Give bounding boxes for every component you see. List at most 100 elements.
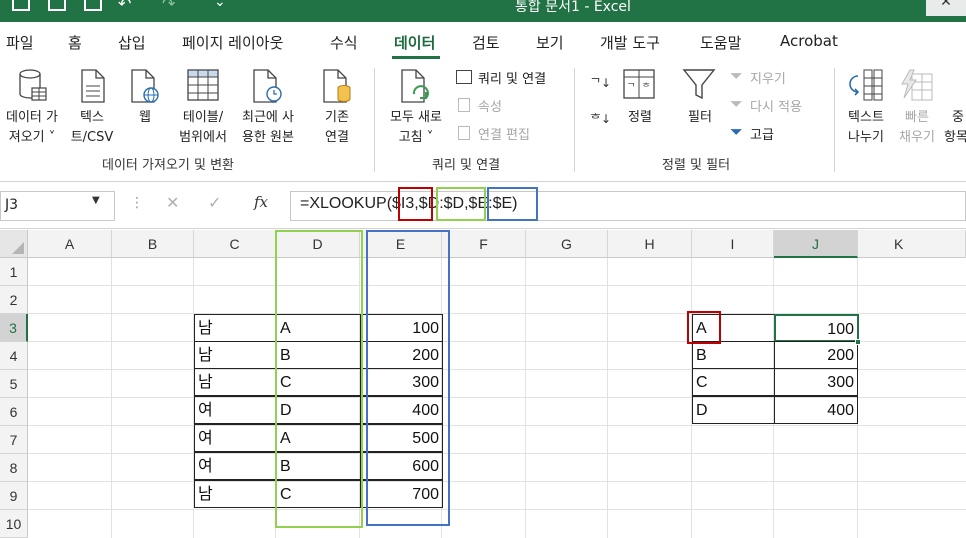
tab-formulas[interactable]: 수식: [330, 32, 358, 53]
enter-formula-button[interactable]: ✓: [208, 193, 221, 212]
tab-insert[interactable]: 삽입: [118, 32, 146, 53]
name-box-dropdown-icon[interactable]: ▼: [92, 195, 100, 206]
sort-az-icon: ᄀ↓: [590, 76, 612, 90]
clear-filter-icon: ⏷: [730, 66, 743, 85]
tab-acrobat[interactable]: Acrobat: [780, 32, 838, 50]
row-header-3[interactable]: 3: [0, 314, 28, 342]
tab-review[interactable]: 검토: [472, 32, 500, 53]
cancel-formula-button[interactable]: ✕: [166, 193, 179, 212]
tab-developer[interactable]: 개발 도구: [600, 32, 660, 53]
from-table-button[interactable]: 테이블/ 범위에서: [172, 66, 234, 150]
filter-button[interactable]: 필터: [678, 66, 722, 150]
advanced-filter-icon: ⏷: [730, 122, 743, 141]
tab-help[interactable]: 도움말: [700, 32, 741, 53]
reference-outline-e-column: [366, 230, 450, 526]
undo-icon[interactable]: ↶˅: [118, 0, 139, 13]
refresh-all-label-1: 모두 새로: [390, 110, 442, 125]
cell-c3[interactable]: 남: [194, 314, 277, 342]
select-all-button[interactable]: [0, 230, 28, 258]
column-header-g[interactable]: G: [526, 230, 608, 258]
window-title: 통합 문서1 - Excel: [515, 0, 631, 15]
redo-icon[interactable]: ↷˅: [162, 0, 183, 13]
row-header-6[interactable]: 6: [0, 398, 28, 426]
clear-filter-label: 지우기: [750, 72, 786, 87]
tab-home[interactable]: 홈: [68, 32, 82, 53]
advanced-filter-label: 고급: [750, 128, 774, 143]
group-label-queries: 쿼리 및 연결: [432, 158, 501, 173]
column-header-h[interactable]: H: [608, 230, 692, 258]
row-header-10[interactable]: 10: [0, 510, 28, 538]
cell-c9[interactable]: 남: [194, 480, 277, 508]
cell-i4[interactable]: B: [692, 341, 775, 369]
tab-page-layout[interactable]: 페이지 레이아웃: [182, 32, 283, 53]
form-icon[interactable]: [84, 0, 102, 11]
row-header-7[interactable]: 7: [0, 426, 28, 454]
cell-j4[interactable]: 200: [774, 341, 858, 369]
sort-button[interactable]: ᄀᄒ 정렬: [618, 66, 662, 150]
column-header-j[interactable]: J: [774, 230, 858, 258]
table-icon: [187, 69, 219, 101]
insert-function-button[interactable]: fx: [254, 193, 268, 211]
column-header-b[interactable]: B: [112, 230, 194, 258]
save-icon[interactable]: [12, 0, 30, 11]
text-csv-button[interactable]: 텍스 트/CSV: [66, 66, 118, 150]
close-button[interactable]: ✕: [926, 0, 966, 16]
remove-duplicates-button[interactable]: 중 항목: [944, 66, 966, 150]
worksheet-grid[interactable]: A B C D E F G H I J K 1 2 3 4 5 6 7 8 9 …: [0, 230, 966, 538]
cell-i6[interactable]: D: [692, 396, 775, 424]
flash-fill-label-1: 빠른: [905, 110, 929, 125]
cell-c4[interactable]: 남: [194, 341, 277, 369]
row-header-1[interactable]: 1: [0, 258, 28, 286]
existing-connections-button[interactable]: 기존 연결: [306, 66, 368, 150]
cell-c7[interactable]: 여: [194, 424, 277, 452]
cell-c8[interactable]: 여: [194, 452, 277, 480]
remove-duplicates-label-1: 중: [952, 110, 964, 125]
document-icon: [81, 69, 105, 103]
cell-j6[interactable]: 400: [774, 396, 858, 424]
column-header-i[interactable]: I: [692, 230, 774, 258]
column-header-f[interactable]: F: [442, 230, 526, 258]
column-header-k[interactable]: K: [858, 230, 966, 258]
existing-connections-label-1: 기존: [325, 110, 349, 125]
column-header-c[interactable]: C: [194, 230, 276, 258]
fill-handle[interactable]: [855, 339, 861, 345]
sort-descending-button[interactable]: ᄒ↓: [588, 110, 614, 134]
row-header-4[interactable]: 4: [0, 342, 28, 370]
tab-view[interactable]: 보기: [536, 32, 564, 53]
from-table-label-1: 테이블/: [182, 110, 224, 125]
advanced-filter-button[interactable]: ⏷ 고급: [728, 122, 828, 146]
row-header-2[interactable]: 2: [0, 286, 28, 314]
formula-highlight-arg1: [398, 187, 433, 221]
svg-text:ᄀ: ᄀ: [627, 83, 635, 93]
formula-bar-grip-icon: ⋮: [130, 195, 144, 211]
group-label-sort-filter: 정렬 및 필터: [662, 158, 731, 173]
text-to-columns-icon: [849, 69, 883, 101]
row-header-8[interactable]: 8: [0, 454, 28, 482]
cell-j5[interactable]: 300: [774, 368, 858, 396]
cell-j3-selected[interactable]: 100: [774, 314, 859, 342]
row-header-5[interactable]: 5: [0, 370, 28, 398]
flash-fill-button: 빠른 채우기: [894, 66, 940, 150]
get-data-button[interactable]: 데이터 가 져오기 ˅: [0, 66, 64, 150]
tab-file[interactable]: 파일: [6, 32, 34, 53]
text-csv-label-2: 트/CSV: [70, 130, 114, 145]
recent-document-icon: [253, 69, 282, 103]
text-to-columns-button[interactable]: 텍스트 나누기: [838, 66, 894, 150]
web-button[interactable]: 웹: [122, 66, 168, 150]
cell-i5[interactable]: C: [692, 368, 775, 396]
connection-document-icon: [323, 69, 351, 103]
autosave-icon[interactable]: [48, 0, 66, 11]
tab-data[interactable]: 데이터: [394, 32, 435, 53]
cell-c5[interactable]: 남: [194, 368, 277, 396]
column-header-a[interactable]: A: [28, 230, 112, 258]
cell-c6[interactable]: 여: [194, 396, 277, 424]
refresh-all-button[interactable]: 모두 새로 고침 ˅: [380, 66, 452, 150]
row-header-9[interactable]: 9: [0, 482, 28, 510]
customize-qat-icon[interactable]: ⌄: [214, 0, 226, 10]
recent-sources-button[interactable]: 최근에 사 용한 원본: [234, 66, 302, 150]
sort-ascending-button[interactable]: ᄀ↓: [588, 74, 614, 98]
svg-text:ᄒ: ᄒ: [642, 82, 650, 93]
filter-label: 필터: [688, 110, 712, 125]
recent-sources-label-2: 용한 원본: [242, 130, 294, 145]
queries-connections-button[interactable]: 쿼리 및 연결: [456, 66, 566, 90]
